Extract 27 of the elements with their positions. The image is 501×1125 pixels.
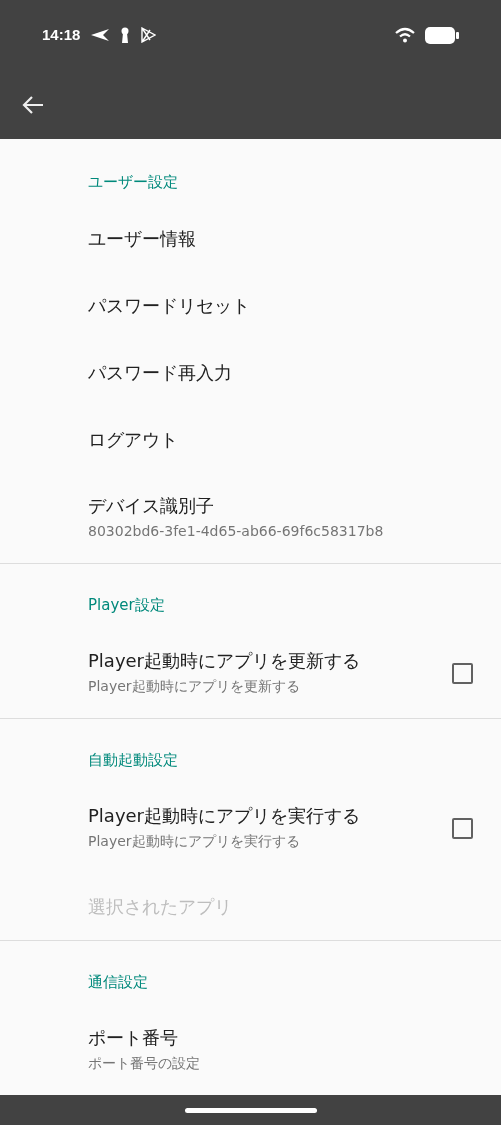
preference-title[interactable]: ログアウト xyxy=(88,426,178,453)
wifi-icon xyxy=(395,27,415,43)
home-handle[interactable] xyxy=(184,1107,317,1113)
preference-title[interactable]: パスワードリセット xyxy=(88,292,250,319)
preference-title[interactable]: デバイス識別子 xyxy=(88,493,384,519)
send-icon xyxy=(90,28,111,42)
preference-title: 選択されたアプリ xyxy=(88,894,232,919)
section-header: ユーザー設定 xyxy=(88,173,178,191)
preference-title[interactable]: ユーザー情報 xyxy=(88,225,196,252)
preference-title[interactable]: パスワード再入力 xyxy=(88,359,232,386)
section-header: Player設定 xyxy=(88,596,165,614)
preference-title[interactable]: Player起動時にアプリを実行する xyxy=(88,803,360,829)
status-time: 14:18 xyxy=(42,24,81,45)
preference-title[interactable]: Player起動時にアプリを更新する xyxy=(88,648,360,674)
play-icon xyxy=(140,27,157,43)
section-header: 自動起動設定 xyxy=(88,751,178,769)
battery-icon xyxy=(425,26,459,44)
preference-title[interactable]: ポート番号 xyxy=(88,1025,200,1051)
checkbox[interactable] xyxy=(452,662,473,684)
preference-summary: Player起動時にアプリを実行する xyxy=(88,832,301,851)
preference-summary: Player起動時にアプリを更新する xyxy=(88,677,301,696)
checkbox[interactable] xyxy=(452,817,473,839)
section-header: 通信設定 xyxy=(88,973,148,991)
preference-summary: ポート番号の設定 xyxy=(88,1054,200,1073)
keyhole-icon xyxy=(120,27,131,43)
preference-summary: 80302bd6-3fe1-4d65-ab66-69f6c58317b8 xyxy=(88,522,384,541)
back-arrow-icon[interactable] xyxy=(22,94,44,115)
